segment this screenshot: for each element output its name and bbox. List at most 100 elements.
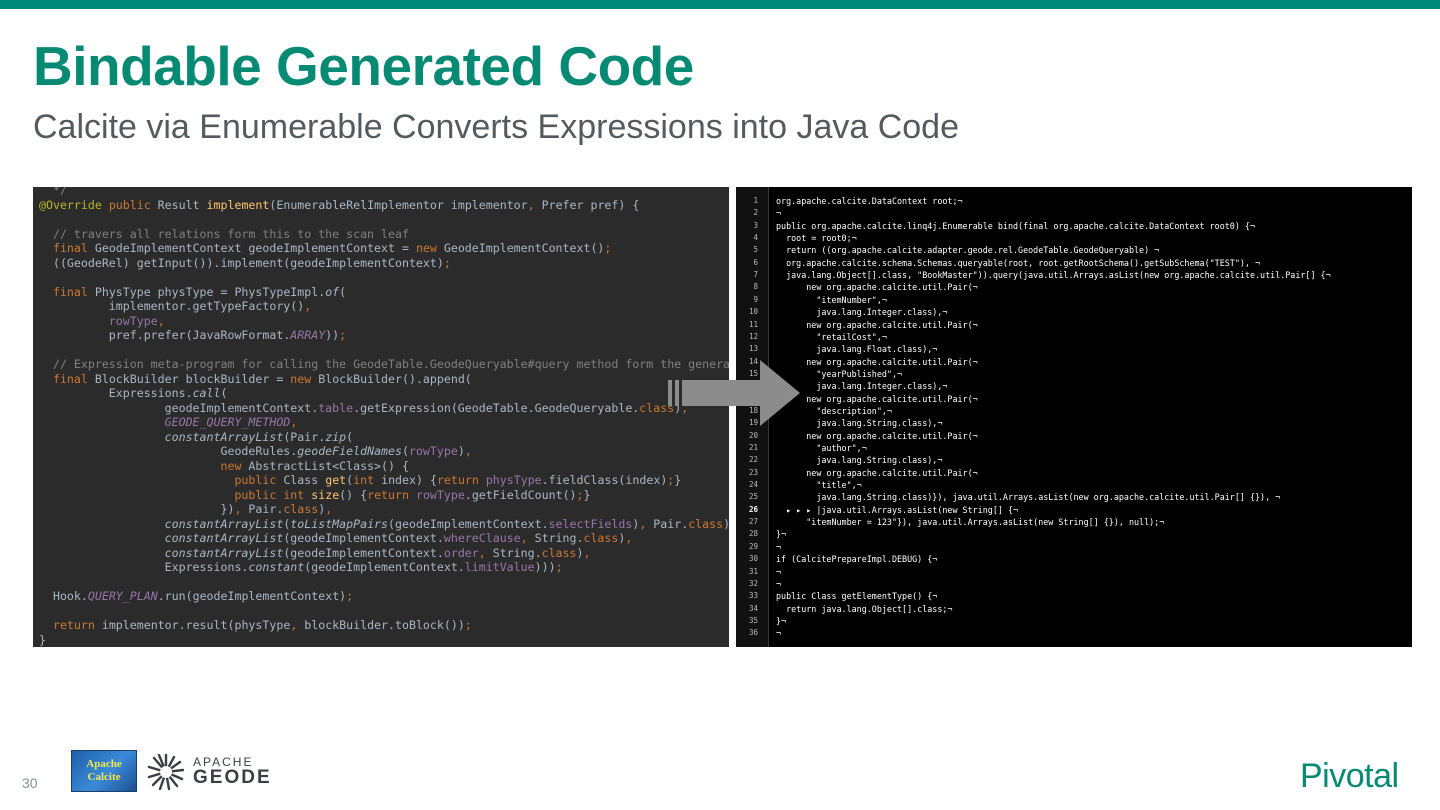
calcite-logo-text-line2: Calcite: [87, 771, 121, 783]
generated-code-line: return java.lang.Object[].class;¬: [776, 603, 953, 614]
generated-code-line: ¬: [776, 566, 782, 577]
page-number: 30: [22, 775, 38, 791]
generated-code-line: new org.apache.calcite.util.Pair(¬: [776, 393, 978, 404]
generated-code-line: new org.apache.calcite.util.Pair(¬: [776, 467, 978, 478]
code-line: Hook.QUERY_PLAN.run(geodeImplementContex…: [39, 589, 354, 603]
line-number: 7: [753, 270, 758, 280]
line-number: 13: [748, 344, 758, 354]
code-line: constantArrayList(Pair.zip(: [164, 429, 354, 444]
generated-code-line: "itemNumber = 123"}), java.util.Arrays.a…: [776, 517, 1165, 528]
geode-logo-text-geode: GEODE: [193, 767, 272, 788]
generated-code-panel: 1234567891011121314151617181920212223242…: [736, 187, 1412, 647]
generated-code-line: java.lang.Object[].class, "BookMaster"))…: [776, 270, 1331, 281]
code-line: new AbstractList<Class>() {: [220, 458, 409, 473]
line-number: 33: [748, 591, 758, 601]
apache-calcite-logo: Apache Calcite: [71, 750, 137, 792]
line-number: 8: [753, 282, 758, 292]
code-line: Expressions.call(: [39, 386, 228, 400]
line-number: 32: [748, 578, 758, 588]
line-number: 20: [748, 430, 758, 440]
line-number: 3: [753, 220, 758, 230]
generated-code-line: java.lang.Integer.class),¬: [776, 381, 948, 392]
line-number: 11: [748, 319, 758, 329]
line-number: 22: [748, 455, 758, 465]
code-line: rowType,: [108, 313, 165, 328]
generated-code-line: if (CalcitePrepareImpl.DEBUG) {¬: [776, 554, 938, 565]
generated-code-line: java.lang.String.class),¬: [776, 418, 943, 429]
code-line: GeodeRules.geodeFieldNames(rowType),: [39, 444, 472, 458]
code-line: Expressions.constant(geodeImplementConte…: [39, 560, 563, 574]
line-number: 6: [753, 257, 758, 267]
generated-code-line: ¬: [776, 578, 782, 589]
code-line: // Expression meta-program for calling t…: [39, 357, 729, 371]
calcite-logo-text-line1: Apache: [86, 758, 122, 770]
generated-code-line: ¬: [776, 628, 782, 639]
generated-code-line: new org.apache.calcite.util.Pair(¬: [776, 319, 978, 330]
line-number: 1: [753, 196, 758, 205]
line-number: 27: [748, 517, 758, 527]
generated-code-line: "itemNumber",¬: [776, 294, 887, 305]
java-source-code: */ @Override public Result implement(Enu…: [39, 187, 729, 647]
line-number: 9: [753, 294, 758, 304]
generated-code-line: java.lang.String.class),¬: [776, 455, 943, 466]
generated-code-line: "title",¬: [776, 480, 862, 491]
code-line: implementor.getTypeFactory(),: [39, 299, 312, 313]
generated-code-line: new org.apache.calcite.util.Pair(¬: [776, 430, 978, 441]
line-number: 36: [748, 628, 758, 638]
line-number: 2: [753, 208, 758, 218]
generated-code-line: ¬: [776, 208, 782, 219]
code-line: geodeImplementContext.table.getExpressio…: [39, 400, 689, 415]
generated-code-line: "retailCost",¬: [776, 331, 887, 342]
generated-code-line: java.lang.String.class)}), java.util.Arr…: [776, 492, 1281, 503]
code-line: GEODE_QUERY_METHOD,: [164, 415, 298, 429]
line-number: 29: [748, 541, 758, 551]
line-number: 26: [748, 504, 758, 514]
line-number: 23: [748, 467, 758, 477]
generated-code-line: org.apache.calcite.DataContext root;¬: [776, 196, 963, 206]
line-number: 28: [748, 529, 758, 539]
code-line: final BlockBuilder blockBuilder = new Bl…: [52, 371, 472, 386]
line-number: 35: [748, 615, 758, 625]
code-line: public int size() {return rowType.getFie…: [234, 487, 591, 502]
generated-code-line: ▸ ▸ ▸ |java.util.Arrays.asList(new Strin…: [776, 504, 1019, 515]
right-arrow-icon: [668, 360, 800, 426]
java-source-code-panel: */ @Override public Result implement(Enu…: [33, 187, 729, 647]
generated-code-line: public org.apache.calcite.linq4j.Enumera…: [776, 220, 1256, 231]
line-number: 25: [748, 492, 758, 502]
code-line: constantArrayList(toListMapPairs(geodeIm…: [164, 516, 729, 531]
code-line: @Override public Result implement(Enumer…: [39, 197, 640, 212]
code-line: constantArrayList(geodeImplementContext.…: [164, 545, 591, 560]
code-line: }), Pair.class),: [39, 502, 333, 516]
line-number: 4: [753, 233, 758, 243]
generated-code-line: java.lang.Integer.class),¬: [776, 307, 948, 318]
code-line: return implementor.result(physType, bloc…: [52, 618, 472, 632]
code-line: constantArrayList(geodeImplementContext.…: [164, 531, 633, 545]
code-line: // travers all relations form this to th…: [39, 226, 409, 241]
generated-code-line: new org.apache.calcite.util.Pair(¬: [776, 282, 978, 293]
pivotal-logo: Pivotal: [1300, 757, 1399, 795]
slide-title: Bindable Generated Code: [33, 35, 694, 97]
line-number: 10: [748, 307, 758, 317]
line-number: 24: [748, 480, 758, 490]
generated-code-line: root = root0;¬: [776, 233, 857, 244]
generated-code-line: }¬: [776, 615, 787, 626]
code-line: final PhysType physType = PhysTypeImpl.o…: [52, 284, 347, 299]
generated-code-line: ¬: [776, 541, 782, 552]
line-number: 12: [748, 331, 758, 341]
generated-code-line: java.lang.Float.class),¬: [776, 344, 938, 355]
generated-code-line: public Class getElementType() {¬: [776, 591, 938, 602]
slide-subtitle: Calcite via Enumerable Converts Expressi…: [33, 108, 960, 146]
generated-code-line: "author",¬: [776, 443, 867, 453]
line-number: 5: [753, 245, 758, 255]
generated-code-line: new org.apache.calcite.util.Pair(¬: [776, 356, 978, 367]
code-line: pref.prefer(JavaRowFormat.ARRAY));: [39, 328, 347, 342]
code-line: public Class get(int index) {return phys…: [234, 473, 682, 487]
code-line: final GeodeImplementContext geodeImpleme…: [52, 241, 612, 255]
line-number: 30: [748, 554, 758, 564]
geode-logo-icon: [147, 753, 185, 791]
code-line: ((GeodeRel) getInput()).implement(geodeI…: [39, 255, 451, 270]
code-line: }: [39, 632, 46, 647]
generated-code-line: org.apache.calcite.schema.Schemas.querya…: [776, 257, 1261, 268]
line-number: 21: [748, 443, 758, 452]
top-accent-bar: [0, 0, 1440, 9]
